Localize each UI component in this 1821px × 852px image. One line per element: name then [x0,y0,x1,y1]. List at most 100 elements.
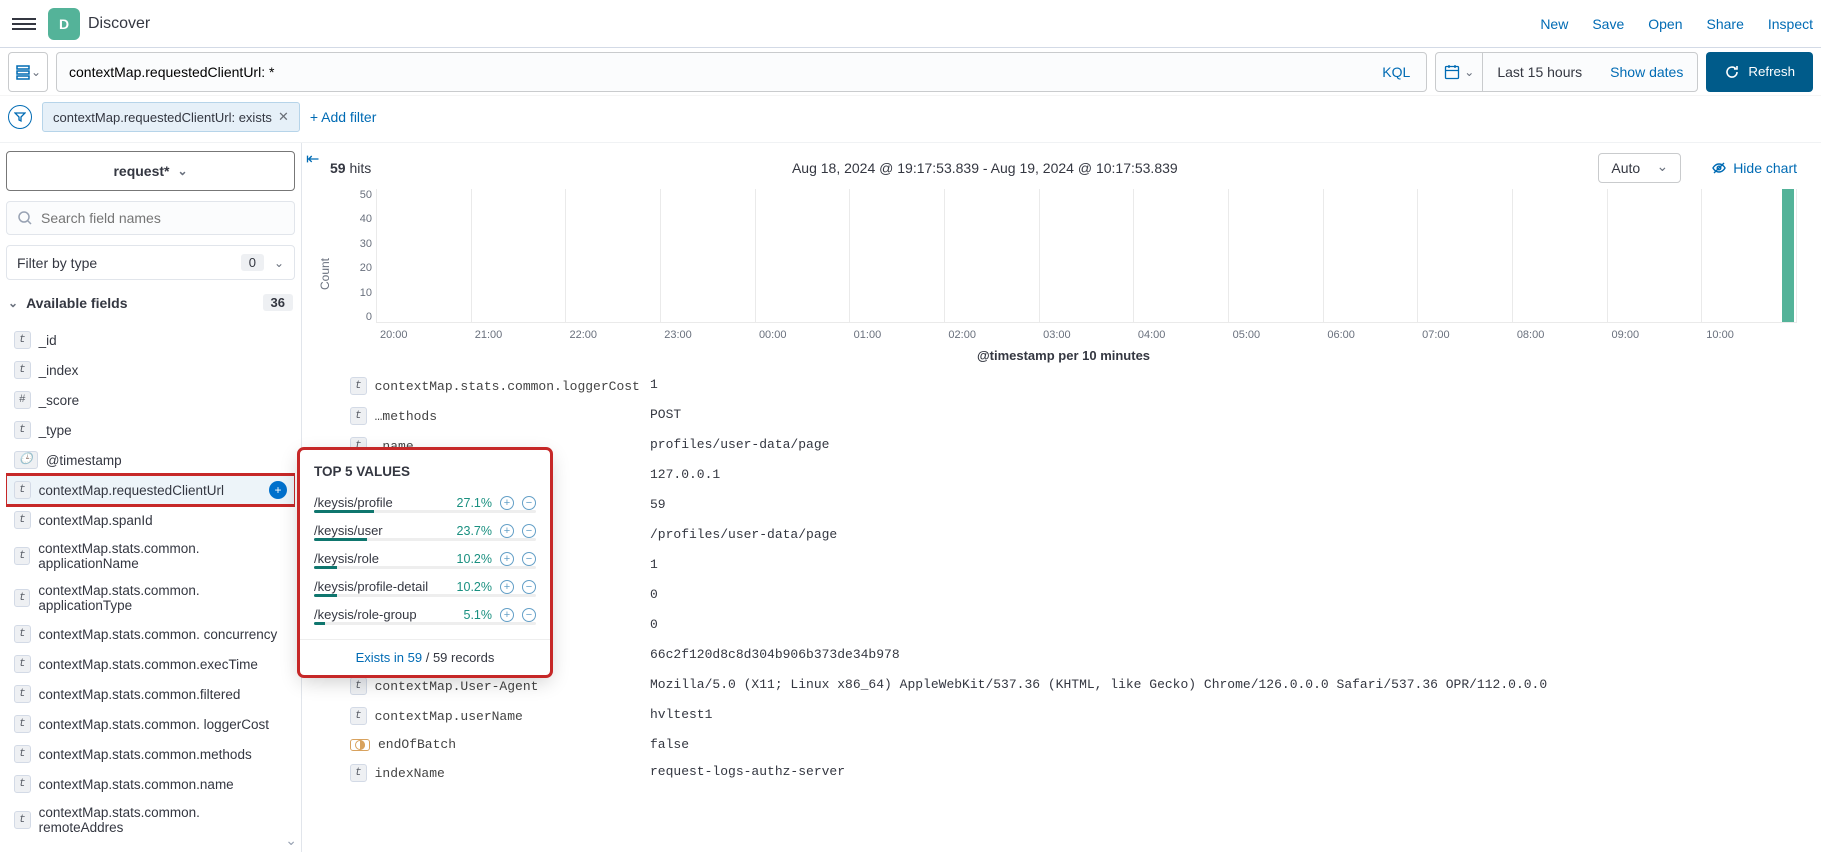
field-item[interactable]: contextMap.stats.common.name [6,769,295,799]
filter-out-icon[interactable]: − [522,580,536,594]
show-dates-link[interactable]: Show dates [1596,64,1697,80]
refresh-label: Refresh [1748,64,1795,79]
doc-field-key: …methods [375,409,437,424]
field-item[interactable]: _index [6,355,295,385]
date-picker[interactable]: ⌄ Last 15 hours Show dates [1435,52,1698,92]
filter-by-type[interactable]: Filter by type 0 ⌄ [6,245,295,280]
inspect-link[interactable]: Inspect [1768,16,1813,32]
query-input[interactable] [57,64,1366,80]
field-type-icon [14,655,31,673]
time-range-label: Aug 18, 2024 @ 19:17:53.839 - Aug 19, 20… [792,160,1178,176]
field-type-icon [350,377,367,395]
available-fields-header[interactable]: ⌄ Available fields 36 [6,290,295,315]
filter-out-icon[interactable]: − [522,608,536,622]
filter-out-icon[interactable]: − [522,496,536,510]
refresh-button[interactable]: Refresh [1706,52,1813,92]
field-item[interactable]: _id [6,325,295,355]
field-item[interactable]: contextMap.stats.common. remoteAddres [6,799,295,841]
doc-field-row: …1 [350,551,1797,581]
field-item[interactable]: _type [6,415,295,445]
filter-pill[interactable]: contextMap.requestedClientUrl: exists ✕ [42,102,300,132]
add-field-icon[interactable]: + [269,481,287,499]
field-type-icon [14,547,30,565]
filter-for-icon[interactable]: + [500,608,514,622]
doc-field-row: contextMap.User-AgentMozilla/5.0 (X11; L… [350,671,1797,701]
field-type-icon [14,391,31,409]
hide-chart-link[interactable]: Hide chart [1711,160,1797,176]
doc-field-row: indexNamerequest-logs-authz-server [350,758,1797,788]
top-value-bar [314,510,536,513]
add-filter-link[interactable]: + Add filter [310,109,377,125]
top-values-popover: TOP 5 VALUES /keysis/profile 27.1% + −/k… [300,450,550,675]
doc-field-value: request-logs-authz-server [650,764,1797,779]
field-name: contextMap.stats.common.execTime [39,657,258,672]
field-item[interactable]: contextMap.stats.common. concurrency [6,619,295,649]
chart-ylabel: Count [318,258,332,290]
field-item[interactable]: contextMap.stats.common.requestID [6,841,295,847]
hide-chart-label: Hide chart [1733,160,1797,176]
field-item[interactable]: contextMap.stats.common.execTime [6,649,295,679]
field-type-icon [14,511,31,529]
histogram-chart[interactable]: Count 50403020100 20:0021:0022:0023:0000… [330,189,1797,359]
filter-for-icon[interactable]: + [500,580,514,594]
field-type-icon [350,764,367,782]
index-pattern-select[interactable]: request* ⌄ [6,151,295,191]
chevron-down-icon: ⌄ [177,164,187,178]
doc-field-row: contextMap.userNamehvltest1 [350,701,1797,731]
field-search-input[interactable] [41,210,284,226]
filter-for-icon[interactable]: + [500,524,514,538]
field-item[interactable]: contextMap.requestedClientUrl+ [6,475,295,505]
filter-for-icon[interactable]: + [500,496,514,510]
query-input-wrap: KQL [56,52,1427,92]
saved-queries-icon[interactable]: ⌄ [8,52,48,92]
field-item[interactable]: contextMap.spanId [6,505,295,535]
save-link[interactable]: Save [1592,16,1624,32]
doc-field-value: 1 [650,377,1797,392]
field-type-icon [14,811,31,829]
app-badge[interactable]: D [48,8,80,40]
filter-remove-icon[interactable]: ✕ [278,109,289,125]
filter-type-count: 0 [241,254,264,271]
filter-out-icon[interactable]: − [522,552,536,566]
topbar: D Discover New Save Open Share Inspect [0,0,1821,48]
filter-for-icon[interactable]: + [500,552,514,566]
field-type-icon [14,625,31,643]
field-item[interactable]: contextMap.stats.common. loggerCost [6,709,295,739]
kql-toggle[interactable]: KQL [1366,64,1426,80]
field-item[interactable]: contextMap.stats.common. applicationName [6,535,295,577]
top-value-pct: 5.1% [464,608,493,622]
doc-field-value: 127.0.0.1 [650,467,1797,482]
collapse-sidebar-icon[interactable]: ⇤ [306,149,319,169]
exists-link[interactable]: Exists in 59 [356,650,422,665]
field-search[interactable] [6,201,295,235]
field-item[interactable]: _score [6,385,295,415]
field-item[interactable]: contextMap.stats.common.filtered [6,679,295,709]
chart-grid [376,189,1797,323]
popover-footer-rest: / 59 records [422,650,494,665]
doc-field-key: contextMap.stats.common.loggerCost [375,379,640,394]
field-type-icon [14,361,31,379]
date-range-label: Last 15 hours [1483,64,1596,80]
interval-select[interactable]: Auto [1598,153,1681,183]
top-value-pct: 27.1% [457,496,492,510]
filter-out-icon[interactable]: − [522,524,536,538]
open-link[interactable]: Open [1648,16,1682,32]
page-title: Discover [88,15,150,33]
hamburger-icon[interactable] [8,14,40,34]
doc-field-row: contextMap.stats.common.loggerCost 1 [350,371,1797,401]
field-item[interactable]: @timestamp [6,445,295,475]
field-name: contextMap.stats.common. concurrency [39,627,278,642]
filter-bar: contextMap.requestedClientUrl: exists ✕ … [0,96,1821,143]
filter-settings-icon[interactable] [8,105,32,129]
field-name: contextMap.spanId [39,513,153,528]
field-name: contextMap.stats.common. remoteAddres [39,805,287,835]
share-link[interactable]: Share [1707,16,1744,32]
scroll-down-icon[interactable]: ⌄ [285,832,297,849]
new-link[interactable]: New [1540,16,1568,32]
field-type-icon [350,407,367,425]
field-item[interactable]: contextMap.stats.common. applicationType [6,577,295,619]
field-item[interactable]: contextMap.stats.common.methods [6,739,295,769]
calendar-icon[interactable]: ⌄ [1436,53,1483,91]
field-type-icon [14,331,31,349]
doc-field-key: contextMap.User-Agent [375,679,539,694]
